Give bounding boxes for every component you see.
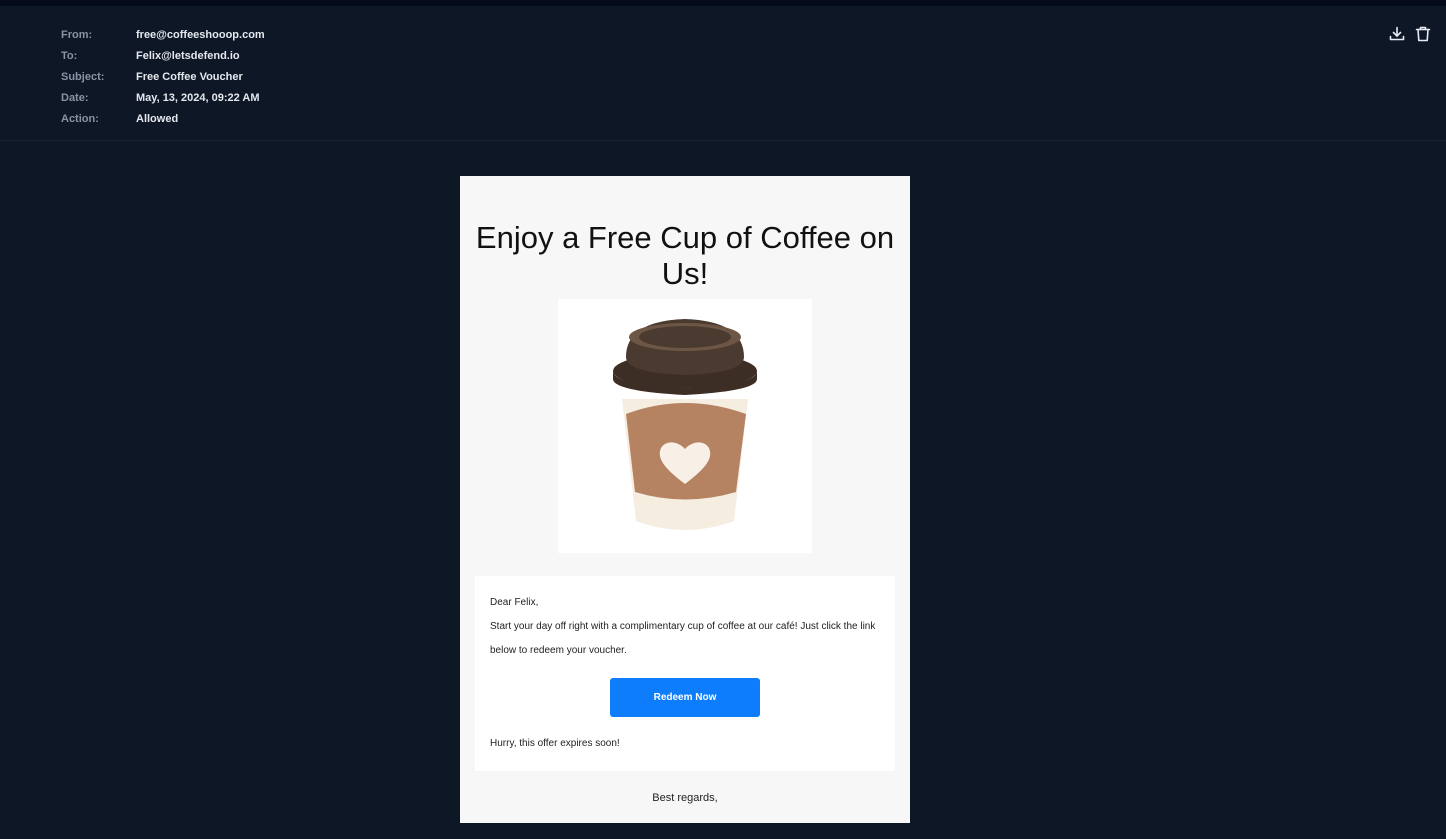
from-value: free@coffeeshooop.com [136,29,265,41]
to-label: To: [61,50,78,62]
redeem-now-button[interactable]: Redeem Now [610,678,760,717]
coffee-cup-icon [613,319,757,530]
from-label: From: [61,29,93,41]
subject-value: Free Coffee Voucher [136,71,243,83]
date-label: Date: [61,92,89,104]
delete-button[interactable] [1414,25,1432,43]
subject-label: Subject: [61,71,105,83]
signoff-text: Best regards, [652,792,718,804]
action-label: Action: [61,113,99,125]
header-actions [1388,25,1432,43]
action-value: Allowed [136,113,179,125]
email-body: Enjoy a Free Cup of Coffee on Us! Dear F… [460,176,910,823]
trash-icon [1415,26,1431,42]
message-card: Dear Felix, Start your day off right wit… [475,576,895,771]
coffee-cup-image [558,299,812,553]
to-value: Felix@letsdefend.io [136,50,240,62]
greeting-text: Dear Felix, [490,597,539,608]
email-header: From: free@coffeeshooop.com To: Felix@le… [0,6,1446,141]
download-icon [1389,26,1405,41]
body-text: Start your day off right with a complime… [490,621,876,656]
date-value: May, 13, 2024, 09:22 AM [136,92,260,104]
urgency-text: Hurry, this offer expires soon! [490,738,620,749]
email-headline: Enjoy a Free Cup of Coffee on Us! [475,220,895,291]
download-button[interactable] [1388,25,1406,43]
